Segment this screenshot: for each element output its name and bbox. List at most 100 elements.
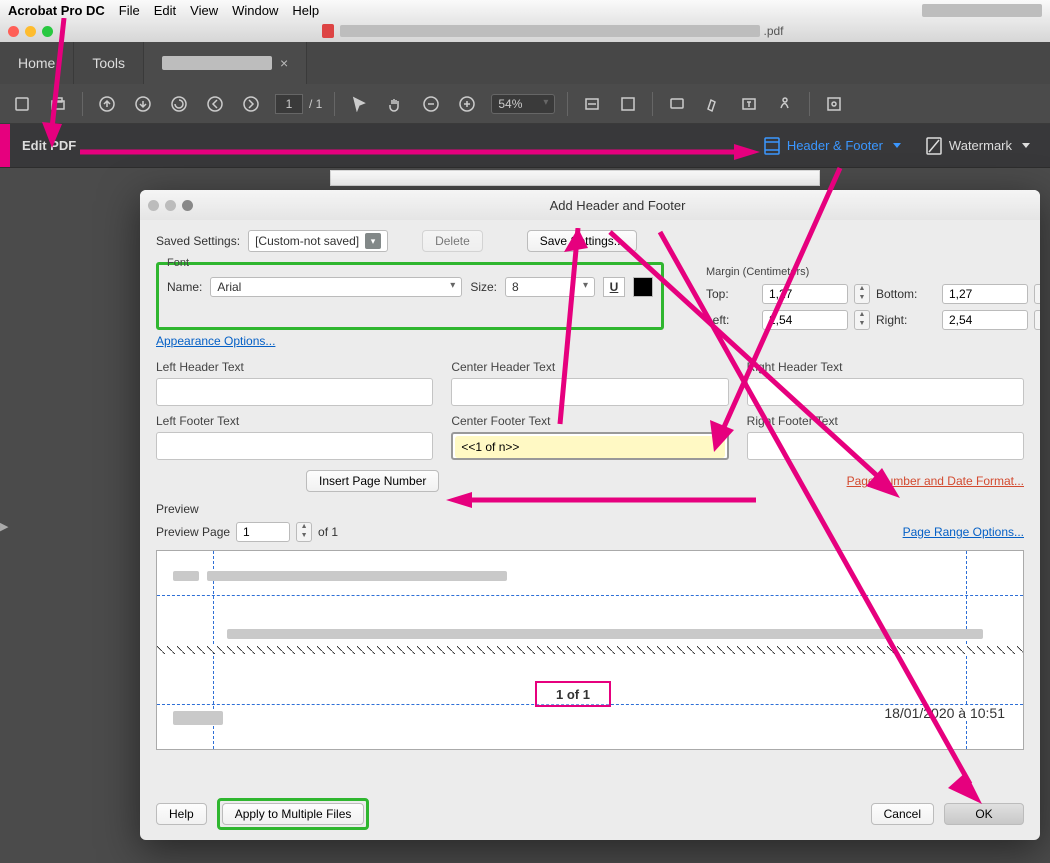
save-icon[interactable]: [10, 92, 34, 116]
underline-toggle[interactable]: U: [603, 277, 625, 297]
font-panel-title: Font: [167, 257, 653, 269]
window-title-obscured: [340, 25, 760, 37]
preview-page-input[interactable]: [236, 522, 290, 542]
menu-window[interactable]: Window: [232, 3, 278, 18]
zoom-out-icon[interactable]: [419, 92, 443, 116]
page-range-options-link[interactable]: Page Range Options...: [903, 525, 1024, 539]
more-tools-icon[interactable]: [822, 92, 846, 116]
refresh-icon[interactable]: [167, 92, 191, 116]
preview-label: Preview: [156, 502, 1024, 516]
font-name-select[interactable]: Arial: [210, 277, 462, 297]
page-number-input[interactable]: 1: [275, 94, 303, 114]
menubar-status-obscured: [922, 4, 1042, 17]
maximize-window-icon[interactable]: [42, 26, 53, 37]
side-panel-expander[interactable]: ▶: [0, 520, 12, 538]
highlight-icon[interactable]: [701, 92, 725, 116]
delete-button[interactable]: Delete: [422, 230, 483, 252]
next-page-icon[interactable]: [239, 92, 263, 116]
dialog-title: Add Header and Footer: [203, 198, 1032, 213]
apply-to-multiple-files-button[interactable]: Apply to Multiple Files: [222, 803, 365, 825]
select-tool-icon[interactable]: [347, 92, 371, 116]
left-footer-label: Left Footer Text: [156, 414, 433, 428]
document-background: [330, 170, 820, 186]
margin-panel: Margin (Centimeters) Top: ▲▼ Bottom: ▲▼ …: [694, 262, 1024, 330]
add-header-footer-dialog: Add Header and Footer Saved Settings: [C…: [140, 190, 1040, 840]
edit-pdf-toolbar: Edit PDF Header & Footer Watermark: [0, 124, 1050, 168]
ok-button[interactable]: OK: [944, 803, 1024, 825]
tab-tools[interactable]: Tools: [74, 42, 144, 84]
edit-pdf-label: Edit PDF: [22, 138, 76, 153]
saved-settings-dropdown[interactable]: [Custom-not saved]: [248, 230, 388, 252]
margin-top-input[interactable]: [762, 284, 848, 304]
right-footer-label: Right Footer Text: [747, 414, 1024, 428]
dialog-titlebar: Add Header and Footer: [140, 190, 1040, 220]
left-footer-input[interactable]: [156, 432, 433, 460]
mac-menubar: Acrobat Pro DC File Edit View Window Hel…: [0, 0, 1050, 20]
right-footer-input[interactable]: [747, 432, 1024, 460]
prev-page-icon[interactable]: [203, 92, 227, 116]
dialog-footer: Help Apply to Multiple Files Cancel OK: [140, 790, 1040, 840]
window-title-suffix: .pdf: [764, 24, 784, 38]
menu-file[interactable]: File: [119, 3, 140, 18]
sign-icon[interactable]: [773, 92, 797, 116]
header-footer-button[interactable]: Header & Footer: [763, 136, 901, 156]
zoom-in-icon[interactable]: [455, 92, 479, 116]
center-header-input[interactable]: [451, 378, 728, 406]
app-name: Acrobat Pro DC: [8, 3, 105, 18]
margin-top-stepper[interactable]: ▲▼: [854, 284, 870, 304]
margin-right-stepper[interactable]: ▲▼: [1034, 310, 1040, 330]
font-color-swatch[interactable]: [633, 277, 653, 297]
tab-document[interactable]: ×: [144, 42, 307, 84]
insert-page-number-button[interactable]: Insert Page Number: [306, 470, 439, 492]
preview-of-label: of 1: [318, 525, 338, 539]
font-size-label: Size:: [470, 280, 497, 294]
help-button[interactable]: Help: [156, 803, 207, 825]
up-arrow-icon[interactable]: [95, 92, 119, 116]
print-icon[interactable]: [46, 92, 70, 116]
pdf-file-icon: [322, 24, 334, 38]
comment-icon[interactable]: [665, 92, 689, 116]
font-size-select[interactable]: 8: [505, 277, 595, 297]
preview-page-stepper[interactable]: ▲▼: [296, 522, 312, 542]
down-arrow-icon[interactable]: [131, 92, 155, 116]
menu-view[interactable]: View: [190, 3, 218, 18]
dialog-minimize-icon: [165, 200, 176, 211]
margin-left-stepper[interactable]: ▲▼: [854, 310, 870, 330]
tab-home[interactable]: Home: [0, 42, 74, 84]
margin-panel-title: Margin (Centimeters): [706, 266, 1024, 278]
cancel-button[interactable]: Cancel: [871, 803, 934, 825]
margin-left-input[interactable]: [762, 310, 848, 330]
margin-bottom-input[interactable]: [942, 284, 1028, 304]
margin-right-input[interactable]: [942, 310, 1028, 330]
menu-help[interactable]: Help: [292, 3, 319, 18]
zoom-level[interactable]: 54%: [491, 94, 555, 114]
center-footer-input[interactable]: [455, 436, 724, 458]
tab-strip: Home Tools ×: [0, 42, 1050, 84]
watermark-button[interactable]: Watermark: [925, 136, 1030, 156]
close-tab-icon[interactable]: ×: [280, 55, 288, 71]
right-header-input[interactable]: [747, 378, 1024, 406]
left-header-input[interactable]: [156, 378, 433, 406]
fit-width-icon[interactable]: [580, 92, 604, 116]
margin-bottom-stepper[interactable]: ▲▼: [1034, 284, 1040, 304]
dialog-close-icon[interactable]: [148, 200, 159, 211]
menu-edit[interactable]: Edit: [154, 3, 176, 18]
center-header-label: Center Header Text: [451, 360, 728, 374]
text-box-icon[interactable]: [737, 92, 761, 116]
page-number-date-format-link[interactable]: Page Number and Date Format...: [847, 474, 1024, 488]
dialog-zoom-icon: [182, 200, 193, 211]
font-name-label: Name:: [167, 280, 202, 294]
fit-page-icon[interactable]: [616, 92, 640, 116]
preview-datetime: 18/01/2020 à 10:51: [884, 705, 1005, 721]
dropdown-caret-icon: [365, 233, 381, 249]
hand-tool-icon[interactable]: [383, 92, 407, 116]
main-toolbar: 1 / 1 54%: [0, 84, 1050, 124]
margin-left-label: Left:: [706, 313, 756, 327]
margin-top-label: Top:: [706, 287, 756, 301]
page-total: / 1: [309, 97, 322, 111]
save-settings-button[interactable]: Save Settings...: [527, 230, 637, 252]
tab-title-obscured: [162, 56, 272, 70]
appearance-options-link[interactable]: Appearance Options...: [156, 334, 275, 348]
minimize-window-icon[interactable]: [25, 26, 36, 37]
close-window-icon[interactable]: [8, 26, 19, 37]
